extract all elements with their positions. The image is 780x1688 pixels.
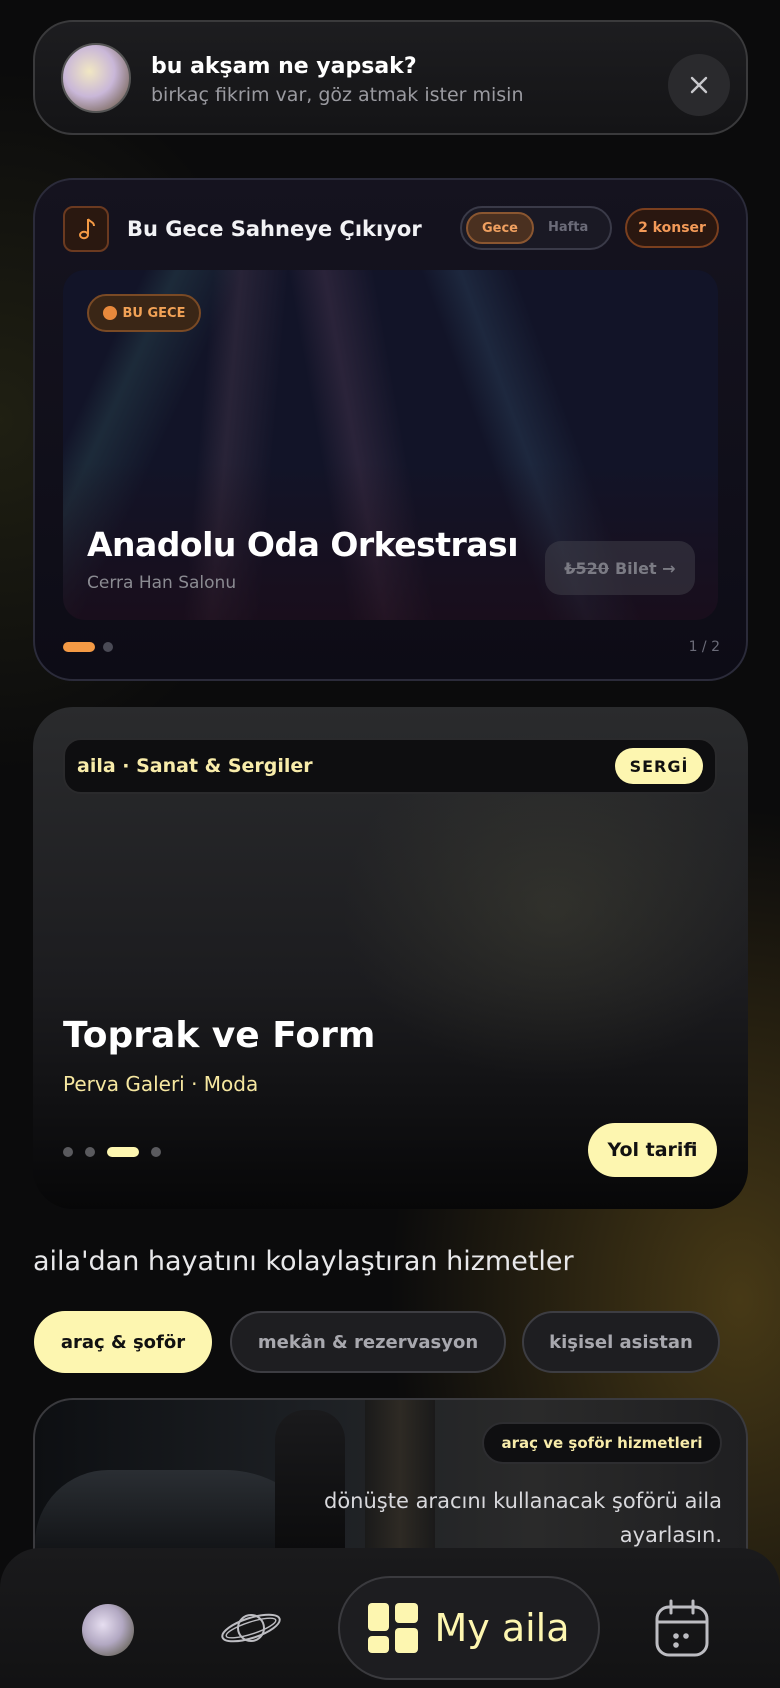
concert-section-title: Bu Gece Sahneye Çıkıyor [127, 217, 422, 241]
ticket-label: Bilet → [614, 558, 676, 578]
period-toggle[interactable]: Gece Hafta [460, 206, 612, 250]
planet-icon[interactable] [218, 1600, 284, 1656]
carousel-dot-active[interactable] [63, 642, 95, 652]
event-name: Anadolu Oda Orkestrası [87, 525, 519, 564]
tonight-badge-label: BU GECE [122, 305, 186, 321]
close-button[interactable] [668, 54, 730, 116]
exhibition-tag: SERGİ [615, 748, 703, 784]
concert-card: Bu Gece Sahneye Çıkıyor Gece Hafta 2 kon… [33, 178, 748, 681]
chip-venue-reservation[interactable]: mekân & rezervasyon [230, 1311, 506, 1373]
carousel-dot[interactable] [63, 1147, 73, 1157]
directions-button[interactable]: Yol tarifi [588, 1123, 717, 1177]
carousel-dot-active[interactable] [107, 1147, 139, 1157]
concert-slide[interactable]: BU GECE Anadolu Oda Orkestrası Cerra Han… [63, 270, 718, 620]
service-card-text: dönüşte aracını kullanacak şoförü aila a… [324, 1489, 722, 1547]
music-note-icon [63, 206, 109, 252]
my-aila-label: My aila [434, 1606, 570, 1650]
ticket-price: ₺520 [564, 558, 609, 578]
nav-profile-avatar[interactable] [82, 1604, 134, 1656]
ticket-button[interactable]: ₺520 Bilet → [545, 541, 695, 595]
carousel-dots[interactable] [63, 1147, 161, 1157]
live-dot-icon [102, 306, 117, 320]
services-heading: aila'dan hayatını kolaylaştıran hizmetle… [33, 1246, 574, 1277]
chip-personal-assistant[interactable]: kişisel asistan [522, 1311, 720, 1373]
page-indicator: 1 / 2 [688, 639, 720, 655]
close-icon [690, 76, 708, 94]
concert-count-badge: 2 konser [625, 208, 719, 248]
exhibition-category: aila · Sanat & Sergiler [77, 755, 313, 777]
event-venue: Cerra Han Salonu [87, 573, 237, 593]
exhibition-header: aila · Sanat & Sergiler SERGİ [63, 738, 717, 794]
avatar [61, 43, 131, 113]
toggle-week[interactable]: Hafta [548, 220, 588, 235]
dashboard-grid-icon [368, 1603, 419, 1653]
carousel-dot[interactable] [103, 642, 113, 652]
carousel-dots[interactable] [63, 642, 113, 652]
notification-title: bu akşam ne yapsak? [151, 54, 417, 79]
my-aila-button[interactable]: My aila [338, 1576, 600, 1680]
notification-subtitle: birkaç fikrim var, göz atmak ister misin [151, 84, 524, 106]
exhibition-card[interactable]: aila · Sanat & Sergiler SERGİ Toprak ve … [33, 707, 748, 1209]
tonight-badge: BU GECE [87, 294, 201, 332]
notification-card[interactable]: bu akşam ne yapsak? birkaç fikrim var, g… [33, 20, 748, 135]
exhibition-title: Toprak ve Form [63, 1015, 376, 1056]
chip-car-driver[interactable]: araç & şoför [34, 1311, 212, 1373]
carousel-dot[interactable] [85, 1147, 95, 1157]
toggle-tonight[interactable]: Gece [466, 212, 534, 244]
service-card-tag: araç ve şoför hizmetleri [482, 1422, 722, 1464]
service-card[interactable]: araç ve şoför hizmetleri dönüşte aracını… [33, 1398, 748, 1568]
exhibition-location: Perva Galeri · Moda [63, 1072, 259, 1096]
carousel-dot[interactable] [151, 1147, 161, 1157]
calendar-icon[interactable] [654, 1598, 710, 1658]
bottom-nav: My aila [0, 1548, 780, 1688]
